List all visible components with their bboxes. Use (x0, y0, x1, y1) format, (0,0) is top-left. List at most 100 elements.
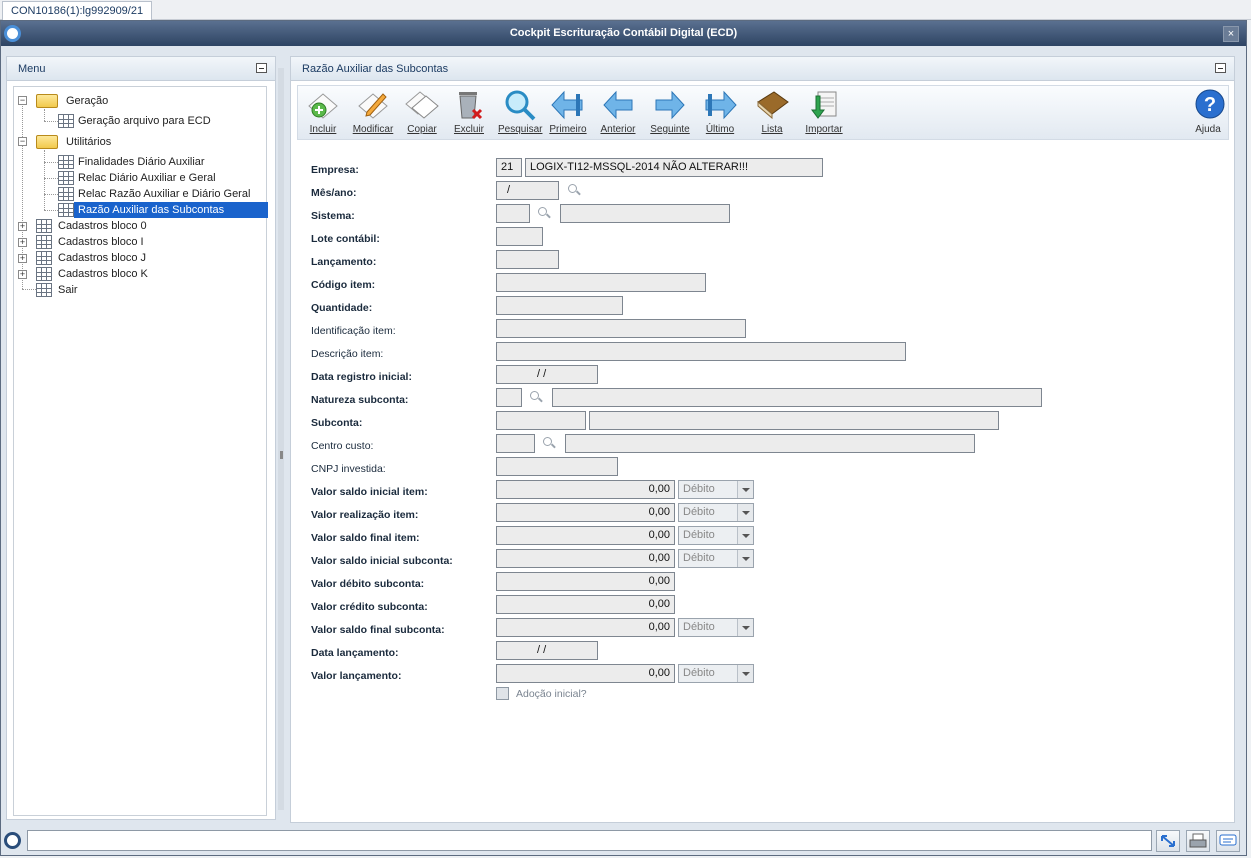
seguinte-button[interactable]: Seguinte (648, 88, 692, 135)
valor-lanc-label: Valor lançamento: (311, 670, 402, 682)
sistema-label: Sistema: (311, 210, 355, 222)
search-icon[interactable] (567, 183, 581, 197)
lista-button[interactable]: Lista (754, 88, 790, 135)
help-icon: ? (1195, 89, 1225, 119)
previous-arrow-icon (603, 90, 633, 120)
tree-node-relac-razao[interactable]: Relac Razão Auxiliar e Diário Geral (78, 186, 250, 202)
search-icon[interactable] (542, 436, 556, 450)
valor-lanc-select[interactable]: Débito (678, 664, 754, 683)
modificar-button[interactable]: Modificar (350, 88, 396, 135)
search-icon[interactable] (537, 206, 551, 220)
natureza-field[interactable] (496, 388, 522, 407)
minimize-menu-button[interactable] (256, 63, 267, 73)
program-icon (36, 235, 52, 249)
splitter-grip-icon (280, 451, 283, 459)
tree-node-bloco-k[interactable]: Cadastros bloco K (58, 266, 148, 282)
menu-panel: Menu − Geração Geração arquivo para ECD … (6, 56, 276, 820)
tree-node-utilitarios[interactable]: Utilitários (66, 134, 111, 150)
add-document-icon (308, 93, 338, 119)
tree-node-bloco-i[interactable]: Cadastros bloco I (58, 234, 144, 250)
debito-sub-field[interactable]: 0,00 (496, 572, 675, 591)
program-icon (36, 251, 52, 265)
collapse-icon[interactable]: − (18, 96, 27, 105)
importar-button[interactable]: Importar (802, 88, 846, 135)
data-registro-field[interactable]: / / (496, 365, 598, 384)
valor-lanc-field[interactable]: 0,00 (496, 664, 675, 683)
saldo-fin-item-select[interactable]: Débito (678, 526, 754, 545)
tree-node-sair[interactable]: Sair (58, 282, 78, 298)
chevron-down-icon (737, 527, 753, 544)
program-icon (58, 187, 74, 201)
quantidade-field[interactable] (496, 296, 623, 315)
resize-icon[interactable] (1156, 830, 1180, 852)
lancamento-field[interactable] (496, 250, 559, 269)
tree-node-relac-diario[interactable]: Relac Diário Auxiliar e Geral (78, 170, 216, 186)
chevron-down-icon (737, 504, 753, 521)
tree-node-finalidades[interactable]: Finalidades Diário Auxiliar (78, 154, 205, 170)
subconta-field[interactable] (496, 411, 586, 430)
adocao-checkbox[interactable] (496, 687, 509, 700)
saldo-fin-sub-field[interactable]: 0,00 (496, 618, 675, 637)
folder-open-icon (36, 94, 58, 108)
tree-node-geracao[interactable]: Geração (66, 93, 108, 109)
centro-custo-field[interactable] (496, 434, 535, 453)
tree-node-razao-subcontas[interactable]: Razão Auxiliar das Subcontas (74, 202, 268, 218)
minimize-main-button[interactable] (1215, 63, 1226, 73)
excluir-button[interactable]: Excluir (450, 88, 488, 135)
credito-sub-field[interactable]: 0,00 (496, 595, 675, 614)
saldo-fin-sub-select[interactable]: Débito (678, 618, 754, 637)
ajuda-button[interactable]: ? Ajuda (1192, 88, 1225, 135)
primeiro-button[interactable]: Primeiro (548, 88, 588, 135)
app-logo-icon (4, 25, 21, 42)
ident-item-field[interactable] (496, 319, 746, 338)
centro-custo-label: Centro custo: (311, 440, 374, 452)
program-icon (58, 171, 74, 185)
svg-text:?: ? (1204, 94, 1216, 116)
realizacao-item-field[interactable]: 0,00 (496, 503, 675, 522)
desc-item-field[interactable] (496, 342, 906, 361)
expand-icon[interactable]: + (18, 238, 27, 247)
realizacao-item-select[interactable]: Débito (678, 503, 754, 522)
app-window: Cockpit Escrituração Contábil Digital (E… (0, 20, 1247, 856)
saldo-ini-item-select[interactable]: Débito (678, 480, 754, 499)
collapse-icon[interactable]: − (18, 137, 27, 146)
search-icon (505, 90, 536, 121)
lote-field[interactable] (496, 227, 543, 246)
expand-icon[interactable]: + (18, 270, 27, 279)
message-icon[interactable] (1216, 830, 1240, 852)
mes-ano-field[interactable]: / (496, 181, 559, 200)
copiar-button[interactable]: Copiar (402, 88, 442, 135)
ident-item-label: Identificação item: (311, 325, 396, 337)
cnpj-label: CNPJ investida: (311, 463, 386, 475)
saldo-fin-item-field[interactable]: 0,00 (496, 526, 675, 545)
search-icon[interactable] (529, 390, 543, 404)
tree-node-geracao-arquivo[interactable]: Geração arquivo para ECD (78, 113, 211, 129)
saldo-ini-sub-field[interactable]: 0,00 (496, 549, 675, 568)
expand-icon[interactable]: + (18, 222, 27, 231)
ultimo-button[interactable]: Último (702, 88, 738, 135)
tree-node-bloco-j[interactable]: Cadastros bloco J (58, 250, 146, 266)
printer-icon[interactable] (1186, 830, 1210, 852)
document-tab[interactable]: CON10186(1):lg992909/21 (2, 1, 153, 20)
program-icon (58, 203, 74, 217)
empresa-code-field[interactable]: 21 (496, 158, 522, 177)
debito-sub-label: Valor débito subconta: (311, 578, 425, 590)
saldo-ini-item-field[interactable]: 0,00 (496, 480, 675, 499)
chevron-down-icon (737, 550, 753, 567)
expand-icon[interactable]: + (18, 254, 27, 263)
sistema-field[interactable] (496, 204, 530, 223)
tree-node-bloco-0[interactable]: Cadastros bloco 0 (58, 218, 147, 234)
panel-splitter[interactable] (278, 68, 284, 810)
codigo-item-field[interactable] (496, 273, 706, 292)
data-lanc-field[interactable]: / / (496, 641, 598, 660)
saldo-ini-sub-select[interactable]: Débito (678, 549, 754, 568)
incluir-button[interactable]: Incluir (304, 88, 342, 135)
next-arrow-icon (655, 90, 685, 120)
status-bar (1, 827, 1246, 855)
pesquisar-button[interactable]: Pesquisar (498, 88, 542, 135)
close-button[interactable]: × (1223, 26, 1239, 42)
anterior-button[interactable]: Anterior (598, 88, 638, 135)
cnpj-field[interactable] (496, 457, 618, 476)
codigo-item-label: Código item: (311, 279, 376, 291)
edit-pencil-icon (358, 93, 388, 119)
